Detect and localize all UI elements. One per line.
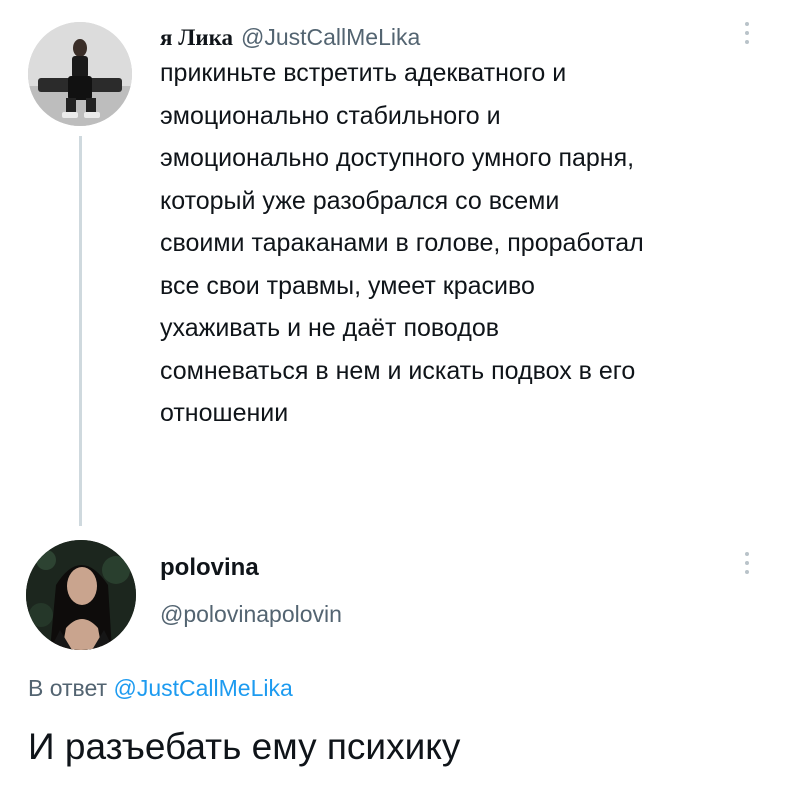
tweet1-display-name[interactable]: я Лика (160, 25, 233, 50)
avatar-lika[interactable] (28, 22, 132, 126)
tweet2-text: И разъебать ему психику (28, 726, 461, 767)
more-dot (745, 40, 749, 44)
more-vertical-icon[interactable] (744, 22, 750, 44)
more-dot (745, 561, 749, 565)
avatar-polovina-icon (26, 540, 136, 650)
reply-mention-link[interactable]: @JustCallMeLika (113, 675, 292, 701)
avatar-lika-icon (28, 22, 132, 126)
more-dot (745, 31, 749, 35)
reply-prefix: В ответ (28, 675, 108, 701)
tweet2-display-name[interactable]: polovina (160, 554, 259, 582)
tweet1-text: прикиньте встретить адекватного и эмоцио… (160, 59, 644, 427)
more-dot (745, 552, 749, 556)
tweet1-header: я Лика @JustCallMeLika (160, 22, 420, 53)
avatar-polovina[interactable] (26, 540, 136, 650)
more-vertical-icon[interactable] (744, 552, 750, 574)
tweet2-handle[interactable]: @polovinapolovin (160, 601, 342, 628)
more-dot (745, 570, 749, 574)
more-dot (745, 22, 749, 26)
tweet1-handle[interactable]: @JustCallMeLika (241, 24, 420, 50)
thread-connector-line (79, 136, 82, 526)
reply-to-line: В ответ @JustCallMeLika (28, 675, 293, 702)
